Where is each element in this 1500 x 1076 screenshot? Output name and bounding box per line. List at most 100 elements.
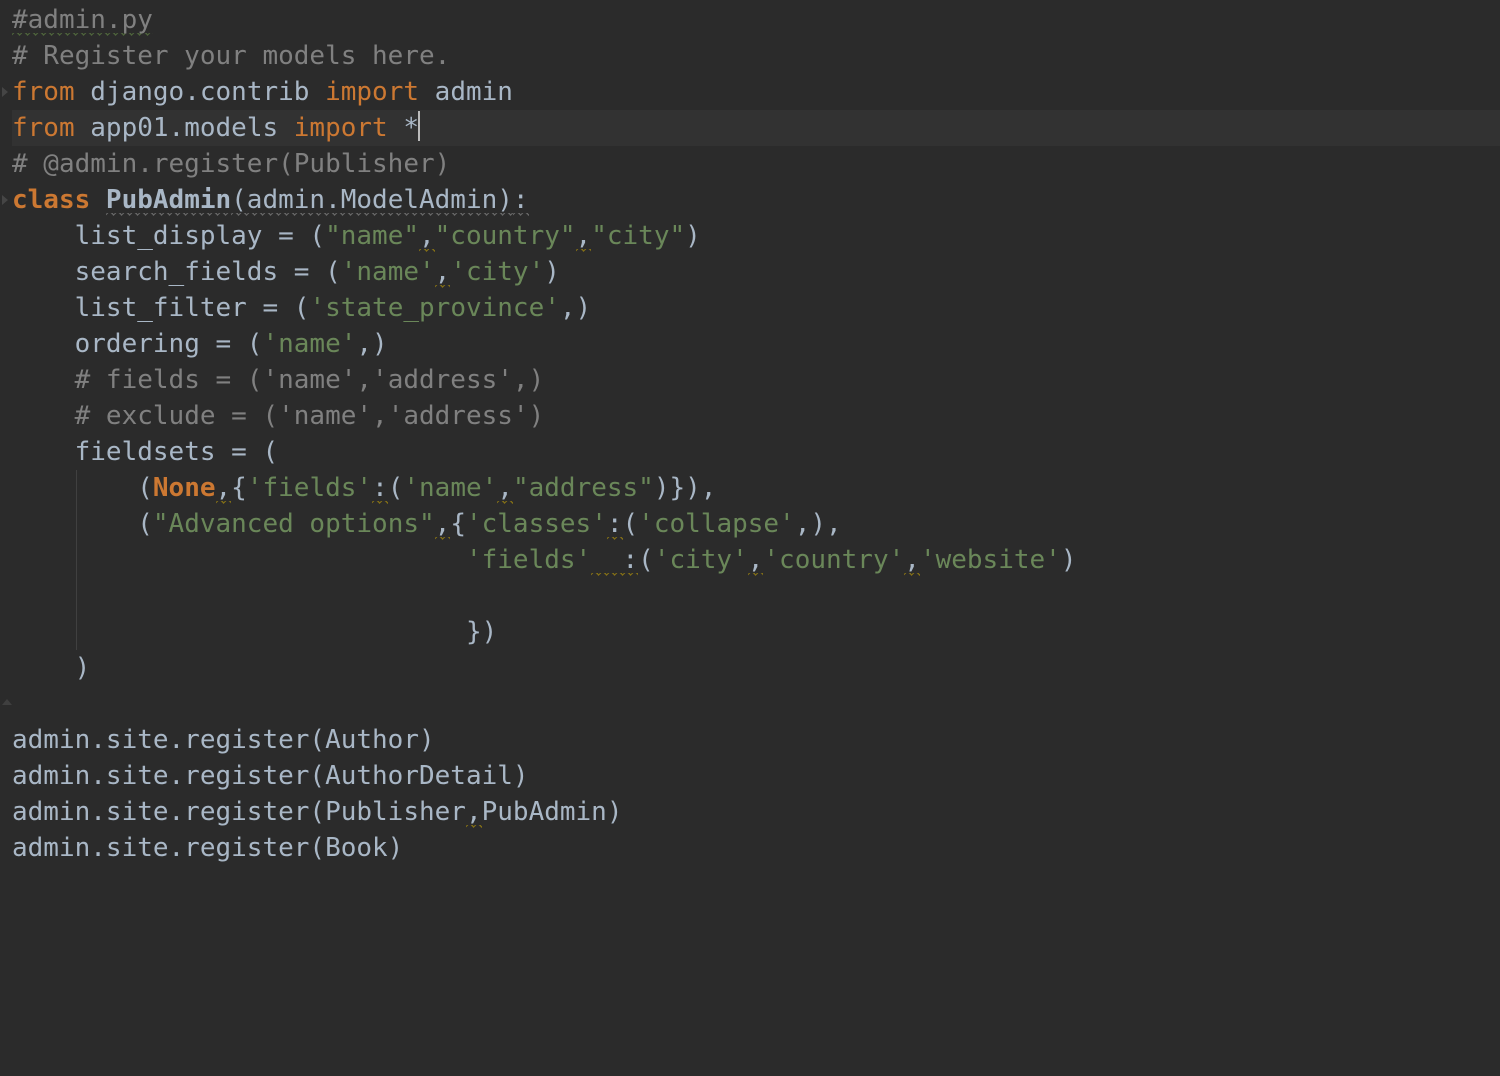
code-editor[interactable]: #admin.py# Register your models here.fro… — [0, 0, 1500, 866]
token: , — [216, 473, 232, 504]
code-line[interactable]: # Register your models here. — [12, 38, 1500, 74]
token: app01.models — [90, 113, 294, 143]
token: 'country' — [763, 545, 904, 575]
indent — [12, 653, 75, 683]
token: , — [497, 473, 513, 504]
code-line[interactable] — [12, 686, 1500, 722]
token: ( — [137, 473, 153, 503]
code-line[interactable]: from django.contrib import admin — [12, 74, 1500, 110]
token: import — [325, 77, 435, 107]
token: : — [607, 509, 623, 540]
code-line[interactable]: # exclude = ('name','address') — [12, 398, 1500, 434]
token: ( — [623, 509, 639, 539]
code-line[interactable]: admin.site.register(AuthorDetail) — [12, 758, 1500, 794]
code-line[interactable]: 'fields' :('city','country','website') — [12, 542, 1500, 578]
token: import — [294, 113, 404, 143]
token: 'name' — [341, 257, 435, 287]
token: ( — [638, 545, 654, 575]
code-line[interactable]: admin.site.register(Author) — [12, 722, 1500, 758]
token: "country" — [435, 221, 576, 251]
code-line[interactable]: }) — [12, 614, 1500, 650]
token: fieldsets = ( — [75, 437, 279, 467]
code-line[interactable] — [12, 578, 1500, 614]
token: admin.site.register(AuthorDetail) — [12, 761, 529, 791]
token: admin — [435, 77, 513, 107]
indent — [12, 221, 75, 251]
token: , — [435, 509, 451, 540]
token: list_filter = ( — [75, 293, 310, 323]
token: "Advanced options" — [153, 509, 435, 539]
token: ) — [75, 653, 91, 683]
token: , — [748, 545, 764, 576]
indent — [12, 329, 75, 359]
token: : — [513, 185, 529, 216]
indent-guide — [76, 506, 77, 542]
code-line[interactable]: fieldsets = ( — [12, 434, 1500, 470]
indent-guide — [76, 470, 77, 506]
code-line[interactable]: list_display = ("name","country","city") — [12, 218, 1500, 254]
token: "name" — [325, 221, 419, 251]
token: 'collapse' — [638, 509, 795, 539]
fold-icon[interactable] — [2, 87, 8, 97]
code-line[interactable]: ordering = ('name',) — [12, 326, 1500, 362]
token: 'fields' — [247, 473, 372, 503]
token: 'fields' — [466, 545, 591, 575]
token: 'name' — [403, 473, 497, 503]
token: ) — [1061, 545, 1077, 575]
token: 'name' — [262, 329, 356, 359]
fold-end-icon[interactable] — [2, 699, 12, 705]
token: ordering = ( — [75, 329, 263, 359]
indent — [12, 257, 75, 287]
token — [591, 545, 607, 576]
indent — [12, 473, 137, 503]
token: "city" — [591, 221, 685, 251]
indent-guide — [76, 542, 77, 578]
indent — [12, 617, 466, 647]
code-line[interactable]: #admin.py — [12, 2, 1500, 38]
indent-guide — [76, 614, 77, 650]
code-line[interactable]: admin.site.register(Book) — [12, 830, 1500, 866]
code-line[interactable]: list_filter = ('state_province',) — [12, 290, 1500, 326]
token: }) — [466, 617, 497, 647]
token: ( — [137, 509, 153, 539]
token: * — [403, 113, 419, 143]
token: from — [12, 113, 90, 143]
token: ) — [544, 257, 560, 287]
token: django.contrib — [90, 77, 325, 107]
token: admin.site.register(Author) — [12, 725, 435, 755]
token: 'city' — [654, 545, 748, 575]
code-line[interactable]: # fields = ('name','address',) — [12, 362, 1500, 398]
token: (admin.ModelAdmin) — [231, 185, 513, 216]
indent — [12, 509, 137, 539]
code-line[interactable]: ("Advanced options",{'classes':('collaps… — [12, 506, 1500, 542]
token: PubAdmin) — [482, 797, 623, 827]
code-line[interactable]: class PubAdmin(admin.ModelAdmin): — [12, 182, 1500, 218]
token: PubAdmin — [106, 185, 231, 216]
token: , — [904, 545, 920, 576]
token: ) — [685, 221, 701, 251]
token: , — [419, 221, 435, 252]
token: # exclude = ('name','address') — [75, 401, 545, 431]
token: : — [607, 545, 638, 576]
token: None — [153, 473, 216, 503]
token: 'state_province' — [309, 293, 559, 323]
token: admin.site.register(Publisher — [12, 797, 466, 827]
code-line[interactable]: admin.site.register(Publisher,PubAdmin) — [12, 794, 1500, 830]
token: "address" — [513, 473, 654, 503]
code-line[interactable]: search_fields = ('name','city') — [12, 254, 1500, 290]
code-line[interactable]: (None,{'fields':('name',"address")}), — [12, 470, 1500, 506]
token: 'classes' — [466, 509, 607, 539]
fold-icon[interactable] — [2, 195, 8, 205]
token: , — [466, 797, 482, 828]
text-caret — [418, 111, 420, 141]
indent — [12, 437, 75, 467]
code-line[interactable]: # @admin.register(Publisher) — [12, 146, 1500, 182]
token: admin.site.register(Book) — [12, 833, 403, 863]
code-line[interactable]: ) — [12, 650, 1500, 686]
token: : — [372, 473, 388, 504]
indent — [12, 365, 75, 395]
token: )}), — [654, 473, 717, 503]
token: , — [435, 257, 451, 288]
code-line[interactable]: from app01.models import * — [12, 110, 1500, 146]
token: ,) — [356, 329, 387, 359]
